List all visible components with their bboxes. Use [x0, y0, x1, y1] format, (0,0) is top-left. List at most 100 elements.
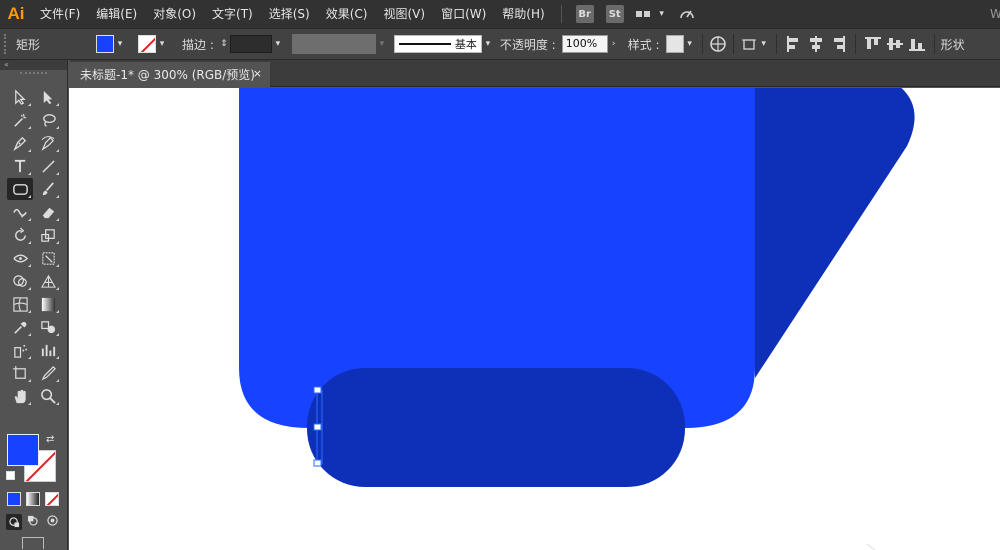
- align-bottom-icon[interactable]: [908, 35, 926, 53]
- paintbrush-tool-button[interactable]: [35, 178, 61, 200]
- shape-properties-label[interactable]: 形状: [941, 36, 965, 53]
- width-tool-button[interactable]: [7, 247, 33, 269]
- magic-wand-tool-button[interactable]: [7, 109, 33, 131]
- eyedropper-tool-button[interactable]: [7, 316, 33, 338]
- menu-effect[interactable]: 效果(C): [318, 0, 376, 28]
- stroke-weight-dropdown-icon[interactable]: ▾: [272, 35, 284, 53]
- control-separator: [854, 34, 856, 54]
- menu-bar: Ai 文件(F) 编辑(E) 对象(O) 文字(T) 选择(S) 效果(C) 视…: [0, 0, 1000, 28]
- bottom-rounded-rectangle[interactable]: [307, 368, 685, 487]
- stock-button[interactable]: St: [605, 5, 624, 23]
- slanted-handle-shape[interactable]: [755, 88, 915, 378]
- tool-row: [0, 86, 68, 108]
- rectangle-tool-button[interactable]: [7, 178, 33, 200]
- selection-handle-top[interactable]: [313, 386, 322, 394]
- column-graph-tool-button[interactable]: [35, 339, 61, 361]
- draw-normal-icon[interactable]: [6, 514, 22, 530]
- draw-inside-icon[interactable]: [47, 515, 61, 529]
- recolor-artwork-icon[interactable]: [709, 35, 727, 53]
- gradient-mode-icon[interactable]: [26, 492, 40, 506]
- menu-separator: [560, 5, 562, 23]
- mesh-tool-button[interactable]: [7, 293, 33, 315]
- eraser-tool-button[interactable]: [35, 201, 61, 223]
- workspace-switcher-stub[interactable]: W: [990, 0, 1000, 28]
- zoom-tool-button[interactable]: [35, 385, 61, 407]
- selection-tool-button[interactable]: [7, 86, 33, 108]
- slice-tool-button[interactable]: [35, 362, 61, 384]
- close-tab-icon[interactable]: ×: [253, 67, 262, 80]
- graphic-style-swatch[interactable]: [665, 35, 684, 53]
- bridge-button[interactable]: Br: [575, 5, 594, 23]
- align-to-dropdown-icon[interactable]: ▾: [758, 35, 770, 53]
- control-bar-grip[interactable]: [4, 34, 10, 54]
- menu-view[interactable]: 视图(V): [375, 0, 433, 28]
- align-left-icon[interactable]: [785, 35, 803, 53]
- draw-behind-icon[interactable]: [27, 515, 41, 529]
- artboard-tool-button[interactable]: [7, 362, 33, 384]
- symbol-sprayer-tool-button[interactable]: [7, 339, 33, 361]
- shape-builder-tool-button[interactable]: [7, 270, 33, 292]
- chevron-down-icon[interactable]: ▾: [656, 5, 668, 23]
- graphic-style-dropdown-icon[interactable]: ▾: [684, 35, 696, 53]
- menu-object[interactable]: 对象(O): [145, 0, 204, 28]
- artboard-canvas[interactable]: [69, 88, 1000, 550]
- shaper-tool-button[interactable]: [7, 201, 33, 223]
- default-fill-stroke-icon[interactable]: [6, 471, 15, 480]
- stroke-color-swatch[interactable]: [138, 35, 156, 53]
- pen-tool-button[interactable]: [7, 132, 33, 154]
- arrange-documents-icon[interactable]: [635, 11, 650, 17]
- menu-edit[interactable]: 编辑(E): [88, 0, 145, 28]
- variable-width-profile[interactable]: [291, 34, 376, 54]
- opacity-input[interactable]: 100%: [561, 35, 608, 53]
- artwork: [239, 88, 915, 550]
- tool-row: [0, 132, 68, 154]
- document-tab[interactable]: 未标题-1* @ 300% (RGB/预览) ×: [70, 62, 270, 87]
- screen-mode-icon[interactable]: [22, 537, 44, 549]
- tool-row: [0, 178, 68, 200]
- swap-fill-stroke-icon[interactable]: ⇄: [46, 434, 54, 445]
- align-right-icon[interactable]: [829, 35, 847, 53]
- rotate-tool-button[interactable]: [7, 224, 33, 246]
- perspective-grid-tool-button[interactable]: [35, 270, 61, 292]
- collapse-panel-icon[interactable]: «: [0, 60, 67, 70]
- blend-tool-icon: [40, 320, 55, 333]
- stroke-weight-stepper-icon[interactable]: ⇕: [218, 35, 230, 53]
- fill-dropdown-icon[interactable]: ▾: [114, 35, 126, 53]
- hand-tool-button[interactable]: [7, 385, 33, 407]
- fill-swatch[interactable]: [7, 434, 39, 466]
- curvature-tool-button[interactable]: [35, 132, 61, 154]
- artboard-tool-icon: [12, 365, 26, 379]
- free-transform-tool-button[interactable]: [35, 247, 61, 269]
- align-horizontal-center-icon[interactable]: [807, 35, 825, 53]
- gradient-tool-button[interactable]: [35, 293, 61, 315]
- scale-tool-button[interactable]: [35, 224, 61, 246]
- menu-select[interactable]: 选择(S): [261, 0, 318, 28]
- tools-panel-grip[interactable]: [20, 72, 47, 80]
- menu-file[interactable]: 文件(F): [32, 0, 88, 28]
- selection-handle-bottom[interactable]: [313, 459, 322, 467]
- brush-definition-preview[interactable]: 基本: [393, 35, 482, 53]
- menu-window[interactable]: 窗口(W): [433, 0, 494, 28]
- align-top-icon[interactable]: [864, 35, 882, 53]
- none-mode-icon[interactable]: [45, 492, 59, 506]
- align-to-icon[interactable]: [740, 35, 758, 53]
- stroke-weight-input[interactable]: [229, 35, 272, 53]
- selection-handle-middle[interactable]: [313, 423, 322, 431]
- direct-selection-tool-button[interactable]: [35, 86, 61, 108]
- align-vertical-center-icon[interactable]: [886, 35, 904, 53]
- lasso-tool-button[interactable]: [35, 109, 61, 131]
- tool-row: [0, 247, 68, 269]
- line-segment-tool-button[interactable]: [35, 155, 61, 177]
- color-mode-icon[interactable]: [7, 492, 21, 506]
- type-tool-button[interactable]: [7, 155, 33, 177]
- stroke-dropdown-icon[interactable]: ▾: [156, 35, 168, 53]
- fill-color-swatch[interactable]: [96, 35, 114, 53]
- opacity-dropdown-icon[interactable]: ›: [608, 35, 620, 53]
- menu-type[interactable]: 文字(T): [204, 0, 261, 28]
- stroke-label: 描边 :: [182, 37, 214, 52]
- gpu-performance-icon[interactable]: [678, 5, 696, 23]
- brush-dropdown-icon[interactable]: ▾: [482, 35, 494, 53]
- width-tool-icon: [12, 254, 28, 262]
- blend-tool-button[interactable]: [35, 316, 61, 338]
- menu-help[interactable]: 帮助(H): [494, 0, 552, 28]
